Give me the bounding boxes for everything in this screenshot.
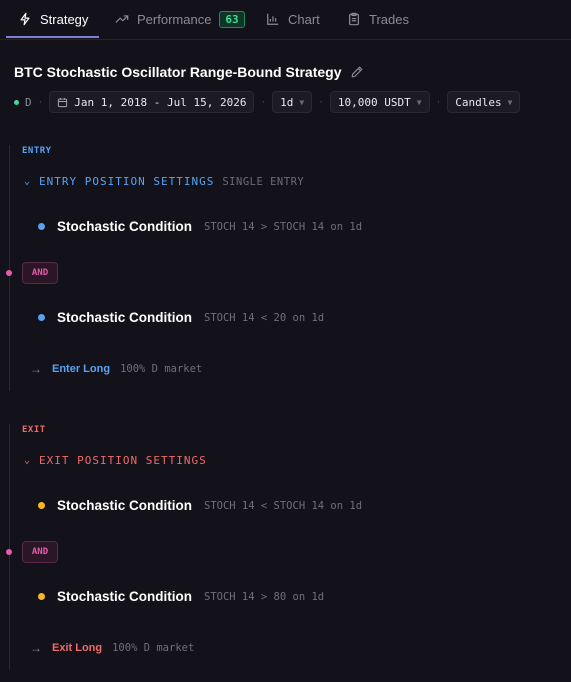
entry-mode: SINGLE ENTRY xyxy=(222,175,305,188)
tab-label: Chart xyxy=(288,11,320,27)
tab-label: Performance xyxy=(137,11,212,27)
entry-condition-2[interactable]: Stochastic Condition STOCH 14 < 20 on 1d xyxy=(38,310,324,325)
chevron-down-icon: ▼ xyxy=(299,97,305,107)
clipboard-icon xyxy=(349,12,359,26)
entry-condition-1[interactable]: Stochastic Condition STOCH 14 > STOCH 14… xyxy=(38,219,362,234)
timeframe-value: 1d xyxy=(280,95,294,109)
condition-expression: STOCH 14 < STOCH 14 on 1d xyxy=(204,499,363,512)
chart-type-select[interactable]: Candles ▼ xyxy=(447,91,521,113)
connector-dot xyxy=(6,549,12,555)
entry-and-connector: AND xyxy=(6,262,58,284)
exit-action-detail: 100% D market xyxy=(112,642,195,654)
exit-position-settings[interactable]: ⌄ EXIT POSITION SETTINGS xyxy=(24,454,207,467)
separator-dot: · xyxy=(261,96,266,108)
timeframe-select[interactable]: 1d ▼ xyxy=(272,91,313,113)
strategy-meta-row: D · Jan 1, 2018 - Jul 15, 2026 · 1d ▼ · … xyxy=(14,91,521,113)
entry-action-detail: 100% D market xyxy=(120,363,203,375)
exit-and-connector: AND xyxy=(6,541,58,563)
condition-expression: STOCH 14 > STOCH 14 on 1d xyxy=(204,220,363,233)
chevron-down-icon: ▼ xyxy=(416,97,422,107)
condition-expression: STOCH 14 > 80 on 1d xyxy=(204,590,325,603)
connector-dot xyxy=(6,270,12,276)
condition-expression: STOCH 14 < 20 on 1d xyxy=(204,311,325,324)
performance-score-badge: 63 xyxy=(219,10,245,28)
capital-select[interactable]: 10,000 USDT ▼ xyxy=(329,91,430,113)
tab-performance[interactable]: Performance 63 xyxy=(115,0,245,38)
tab-bar: Strategy Performance 63 Chart Trades xyxy=(0,0,571,40)
capital-value: 10,000 USDT xyxy=(337,95,411,109)
tab-label: Trades xyxy=(369,11,409,27)
status-dot xyxy=(14,99,19,105)
exit-long-button[interactable]: Exit Long xyxy=(52,642,102,654)
lightning-icon xyxy=(20,12,30,26)
strategy-title: BTC Stochastic Oscillator Range-Bound St… xyxy=(14,64,342,80)
tab-chart[interactable]: Chart xyxy=(266,0,320,38)
condition-bullet xyxy=(38,593,45,600)
exit-section-label: EXIT xyxy=(22,425,46,435)
exit-action: → Exit Long 100% D market xyxy=(30,641,194,655)
condition-bullet xyxy=(38,223,45,230)
and-badge[interactable]: AND xyxy=(22,262,58,284)
chevron-down-icon: ▼ xyxy=(507,97,513,107)
entry-position-settings[interactable]: ⌄ ENTRY POSITION SETTINGS SINGLE ENTRY xyxy=(24,175,304,188)
tab-strategy[interactable]: Strategy xyxy=(18,0,88,38)
enter-long-button[interactable]: Enter Long xyxy=(52,363,110,375)
condition-name: Stochastic Condition xyxy=(57,219,192,234)
tab-trades[interactable]: Trades xyxy=(347,0,409,38)
and-badge[interactable]: AND xyxy=(22,541,58,563)
status-letter: D xyxy=(25,95,32,109)
exit-condition-2[interactable]: Stochastic Condition STOCH 14 > 80 on 1d xyxy=(38,589,324,604)
date-range-picker[interactable]: Jan 1, 2018 - Jul 15, 2026 xyxy=(49,91,255,113)
exit-condition-1[interactable]: Stochastic Condition STOCH 14 < STOCH 14… xyxy=(38,498,362,513)
pencil-icon[interactable] xyxy=(350,65,364,79)
chevron-down-icon: ⌄ xyxy=(24,455,32,466)
exit-settings-label: EXIT POSITION SETTINGS xyxy=(39,454,207,467)
separator-dot: · xyxy=(319,96,323,108)
tab-label: Strategy xyxy=(40,11,89,27)
condition-name: Stochastic Condition xyxy=(57,310,192,325)
entry-action: → Enter Long 100% D market xyxy=(30,362,202,376)
condition-name: Stochastic Condition xyxy=(57,498,192,513)
trend-icon xyxy=(115,15,129,23)
separator-dot: · xyxy=(38,96,43,108)
entry-settings-label: ENTRY POSITION SETTINGS xyxy=(39,175,215,188)
condition-bullet xyxy=(38,502,45,509)
chevron-down-icon: ⌄ xyxy=(24,176,32,187)
separator-dot: · xyxy=(436,96,441,108)
arrow-right-icon: → xyxy=(30,641,42,655)
active-tab-indicator xyxy=(6,36,99,38)
arrow-right-icon: → xyxy=(30,362,42,376)
calendar-icon xyxy=(58,97,68,107)
chart-type-value: Candles xyxy=(455,95,502,109)
chart-icon xyxy=(267,13,279,25)
condition-bullet xyxy=(38,314,45,321)
entry-section-label: ENTRY xyxy=(22,146,52,156)
date-range-value: Jan 1, 2018 - Jul 15, 2026 xyxy=(74,95,247,109)
condition-name: Stochastic Condition xyxy=(57,589,192,604)
